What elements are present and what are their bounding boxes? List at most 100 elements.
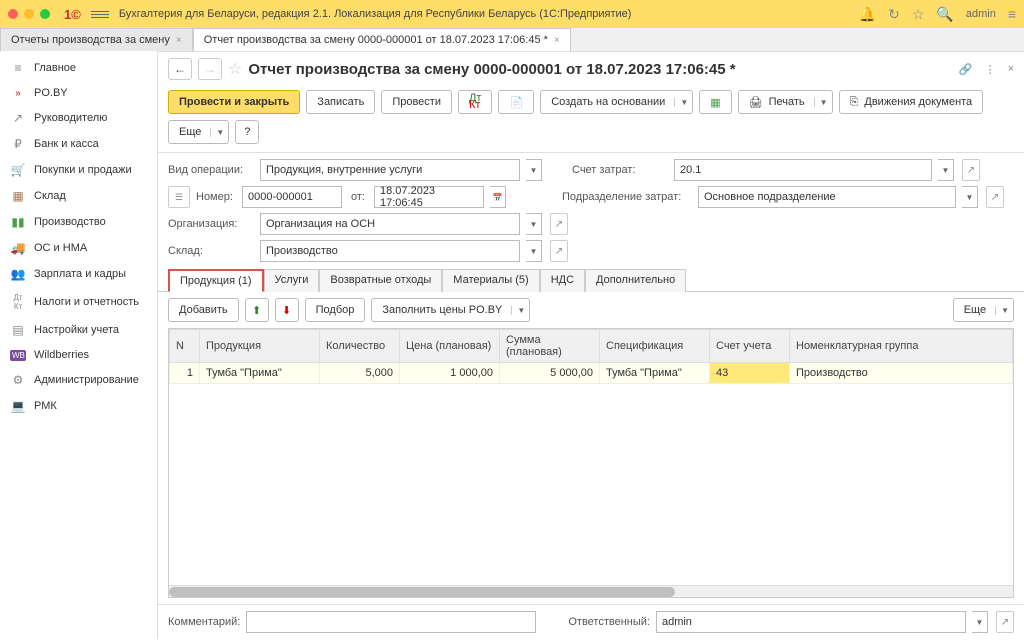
close-icon[interactable]: × bbox=[554, 35, 560, 46]
maximize-window-btn[interactable] bbox=[40, 9, 50, 19]
dropdown-icon[interactable]: ▼ bbox=[526, 213, 542, 235]
col-price[interactable]: Цена (плановая) bbox=[400, 330, 500, 363]
col-product[interactable]: Продукция bbox=[200, 330, 320, 363]
col-nomgroup[interactable]: Номенклатурная группа bbox=[790, 330, 1013, 363]
table-more-button[interactable]: Еще▼ bbox=[953, 298, 1014, 322]
pick-button[interactable]: Подбор bbox=[305, 298, 366, 322]
warehouse-field[interactable]: Производство bbox=[260, 240, 520, 262]
excel-button[interactable]: ▦ bbox=[699, 90, 731, 114]
help-button[interactable]: ? bbox=[235, 120, 259, 144]
print-form-button[interactable]: 📄 bbox=[498, 90, 534, 114]
favorite-star-icon[interactable]: ☆ bbox=[228, 59, 242, 79]
sidebar-item-wildberries[interactable]: WBWildberries bbox=[0, 343, 157, 367]
op-type-field[interactable]: Продукция, внутренние услуги bbox=[260, 159, 520, 181]
dropdown-icon[interactable]: ▼ bbox=[972, 611, 988, 633]
search-icon[interactable]: 🔍 bbox=[936, 6, 953, 23]
tab-item[interactable]: Отчеты производства за смену × bbox=[0, 28, 193, 51]
cell-nomgroup[interactable]: Производство bbox=[790, 363, 1013, 384]
barcode-icon[interactable]: ☰ bbox=[168, 186, 190, 208]
responsible-field[interactable]: admin bbox=[656, 611, 966, 633]
open-ref-icon[interactable]: ↗ bbox=[550, 240, 568, 262]
add-row-button[interactable]: Добавить bbox=[168, 298, 239, 322]
minimize-window-btn[interactable] bbox=[24, 9, 34, 19]
close-icon[interactable]: × bbox=[176, 35, 182, 46]
col-sum[interactable]: Сумма (плановая) bbox=[500, 330, 600, 363]
sidebar-item-main[interactable]: ≡Главное bbox=[0, 55, 157, 81]
col-spec[interactable]: Спецификация bbox=[600, 330, 710, 363]
sidebar-item-bank[interactable]: ₽Банк и касса bbox=[0, 131, 157, 157]
dt-kt-button[interactable]: ДтКт bbox=[458, 90, 493, 114]
open-ref-icon[interactable]: ↗ bbox=[550, 213, 568, 235]
dropdown-icon[interactable]: ▼ bbox=[962, 186, 978, 208]
tab-vat[interactable]: НДС bbox=[540, 269, 585, 292]
tab-item-active[interactable]: Отчет производства за смену 0000-000001 … bbox=[193, 28, 571, 51]
close-panel-icon[interactable]: × bbox=[1008, 63, 1014, 76]
create-based-on-button[interactable]: Создать на основании▼ bbox=[540, 90, 693, 114]
history-icon[interactable]: ↻ bbox=[888, 6, 900, 23]
dropdown-icon[interactable]: ▼ bbox=[938, 159, 954, 181]
cell-price[interactable]: 1 000,00 bbox=[400, 363, 500, 384]
h-scrollbar[interactable] bbox=[169, 585, 1013, 597]
movements-button[interactable]: ⎘Движения документа bbox=[839, 90, 984, 114]
bell-icon[interactable]: 🔔 bbox=[859, 6, 876, 23]
close-window-btn[interactable] bbox=[8, 9, 18, 19]
cell-n[interactable]: 1 bbox=[170, 363, 200, 384]
sidebar-item-production[interactable]: ▮▮Производство bbox=[0, 209, 157, 235]
dropdown-icon[interactable]: ▼ bbox=[526, 159, 542, 181]
org-field[interactable]: Организация на ОСН bbox=[260, 213, 520, 235]
more-icon[interactable]: ⋮ bbox=[985, 63, 996, 76]
forward-button[interactable]: → bbox=[198, 58, 222, 80]
col-acct[interactable]: Счет учета bbox=[710, 330, 790, 363]
expense-acc-field[interactable]: 20.1 bbox=[674, 159, 932, 181]
save-button[interactable]: Записать bbox=[306, 90, 375, 114]
table-row[interactable]: 1 Тумба "Прима" 5,000 1 000,00 5 000,00 … bbox=[170, 363, 1013, 384]
cell-product[interactable]: Тумба "Прима" bbox=[200, 363, 320, 384]
print-button[interactable]: 🖨Печать▼ bbox=[738, 90, 833, 114]
doc-tabs: Продукция (1) Услуги Возвратные отходы М… bbox=[158, 267, 1024, 292]
link-icon[interactable]: 🔗 bbox=[959, 63, 973, 76]
sidebar-item-warehouse[interactable]: ▦Склад bbox=[0, 183, 157, 209]
col-qty[interactable]: Количество bbox=[320, 330, 400, 363]
sidebar-item-assets[interactable]: 🚚ОС и НМА bbox=[0, 235, 157, 261]
sidebar-item-settings[interactable]: ▤Настройки учета bbox=[0, 317, 157, 343]
col-n[interactable]: N bbox=[170, 330, 200, 363]
more-button[interactable]: Еще▼ bbox=[168, 120, 229, 144]
settings-bars-icon[interactable]: ≡ bbox=[1008, 6, 1016, 22]
open-ref-icon[interactable]: ↗ bbox=[962, 159, 980, 181]
open-ref-icon[interactable]: ↗ bbox=[996, 611, 1014, 633]
open-ref-icon[interactable]: ↗ bbox=[986, 186, 1004, 208]
app-title: Бухгалтерия для Беларуси, редакция 2.1. … bbox=[119, 8, 853, 20]
tab-returns[interactable]: Возвратные отходы bbox=[319, 269, 442, 292]
cell-sum[interactable]: 5 000,00 bbox=[500, 363, 600, 384]
calendar-icon[interactable]: 📅 bbox=[490, 186, 506, 208]
date-field[interactable]: 18.07.2023 17:06:45 bbox=[374, 186, 484, 208]
subdiv-field[interactable]: Основное подразделение bbox=[698, 186, 956, 208]
menu-icon[interactable] bbox=[91, 11, 109, 18]
user-label[interactable]: admin bbox=[966, 8, 996, 20]
sidebar-item-poby[interactable]: »PO.BY bbox=[0, 81, 157, 105]
post-and-close-button[interactable]: Провести и закрыть bbox=[168, 90, 300, 114]
tab-products[interactable]: Продукция (1) bbox=[168, 269, 264, 292]
tab-materials[interactable]: Материалы (5) bbox=[442, 269, 539, 292]
back-button[interactable]: ← bbox=[168, 58, 192, 80]
window-controls[interactable] bbox=[8, 9, 50, 19]
sidebar-item-payroll[interactable]: 👥Зарплата и кадры bbox=[0, 261, 157, 287]
sidebar-item-taxes[interactable]: ДтКтНалоги и отчетность bbox=[0, 287, 157, 317]
number-field[interactable]: 0000-000001 bbox=[242, 186, 342, 208]
move-up-button[interactable]: ⬆ bbox=[245, 298, 269, 322]
cell-qty[interactable]: 5,000 bbox=[320, 363, 400, 384]
cell-acct[interactable]: 43 bbox=[710, 363, 790, 384]
comment-field[interactable] bbox=[246, 611, 536, 633]
cell-spec[interactable]: Тумба "Прима" bbox=[600, 363, 710, 384]
sidebar-item-manager[interactable]: ↗Руководителю bbox=[0, 105, 157, 131]
dropdown-icon[interactable]: ▼ bbox=[526, 240, 542, 262]
tab-services[interactable]: Услуги bbox=[264, 269, 320, 292]
fill-prices-button[interactable]: Заполнить цены PO.BY▼ bbox=[371, 298, 530, 322]
sidebar-item-rmk[interactable]: 💻РМК bbox=[0, 393, 157, 419]
sidebar-item-admin[interactable]: ⚙Администрирование bbox=[0, 367, 157, 393]
sidebar-item-sales[interactable]: 🛒Покупки и продажи bbox=[0, 157, 157, 183]
move-down-button[interactable]: ⬇ bbox=[275, 298, 299, 322]
star-icon[interactable]: ☆ bbox=[912, 6, 925, 23]
tab-additional[interactable]: Дополнительно bbox=[585, 269, 686, 292]
post-button[interactable]: Провести bbox=[381, 90, 452, 114]
